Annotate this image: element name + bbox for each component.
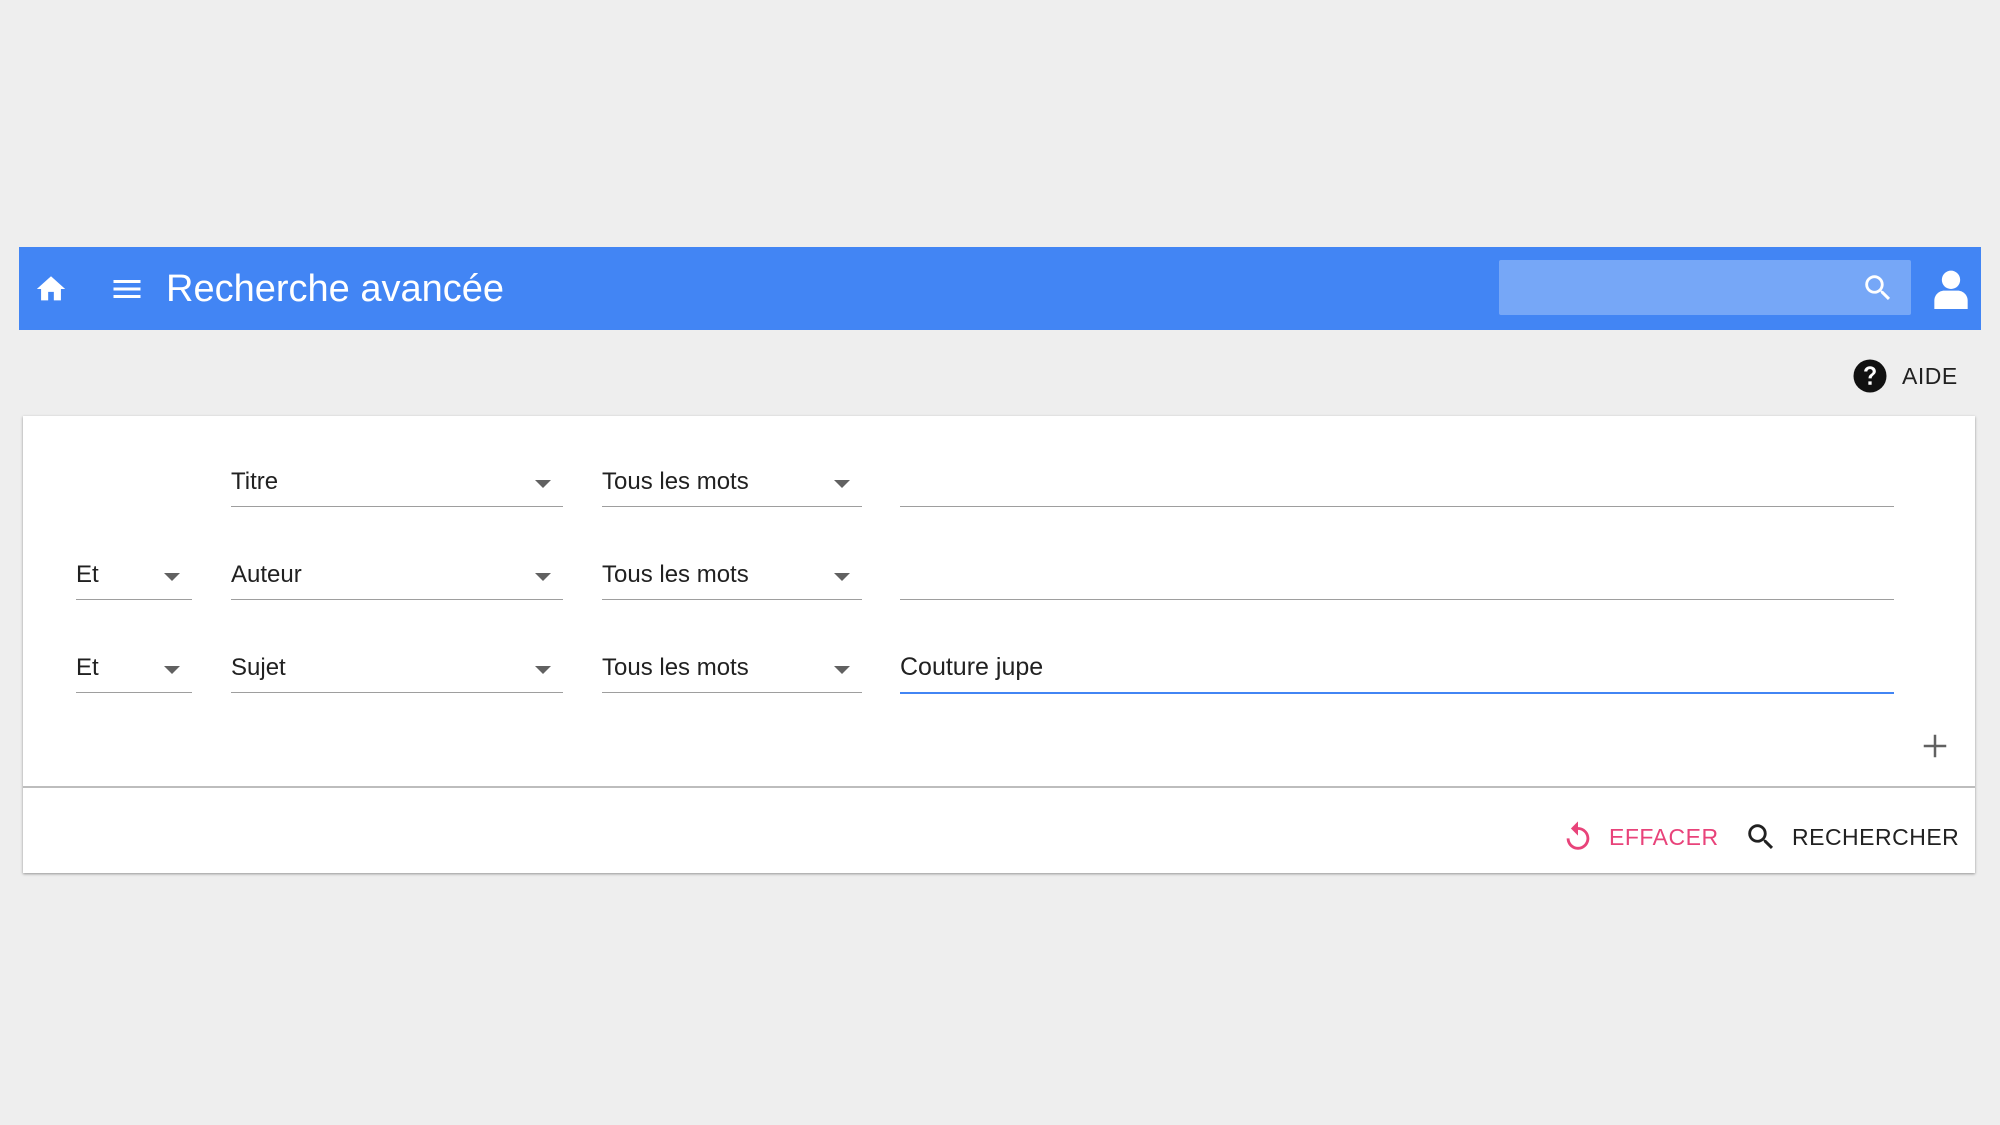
plus-icon xyxy=(1923,734,1947,758)
operator-value: Et xyxy=(76,654,99,681)
dropdown-arrow-icon xyxy=(164,573,180,581)
add-criteria-button[interactable] xyxy=(1915,726,1955,766)
search-submit-button[interactable]: RECHERCHER xyxy=(1744,814,1959,860)
menu-button[interactable] xyxy=(105,267,149,311)
criteria-row: Titre Tous les mots xyxy=(23,458,1975,518)
help-icon xyxy=(1853,359,1887,393)
field-select[interactable]: Sujet xyxy=(231,644,563,693)
search-icon xyxy=(1748,824,1774,850)
match-mode-select[interactable]: Tous les mots xyxy=(602,644,862,693)
search-button[interactable] xyxy=(1861,271,1895,305)
field-select-value: Titre xyxy=(231,468,279,495)
field-select-value: Sujet xyxy=(231,654,286,681)
operator-value: Et xyxy=(76,561,99,588)
home-icon xyxy=(36,276,66,301)
field-select[interactable]: Titre xyxy=(231,458,563,507)
field-select-value: Auteur xyxy=(231,561,302,588)
match-mode-select[interactable]: Tous les mots xyxy=(602,551,862,600)
dropdown-arrow-icon xyxy=(834,480,850,488)
match-mode-value: Tous les mots xyxy=(602,561,749,588)
criteria-row: Et Sujet Tous les mots xyxy=(23,644,1975,704)
dropdown-arrow-icon xyxy=(535,480,551,488)
divider xyxy=(23,786,1975,788)
match-mode-select[interactable]: Tous les mots xyxy=(602,458,862,507)
search-term-input[interactable] xyxy=(900,644,1894,690)
match-mode-value: Tous les mots xyxy=(602,468,749,495)
help-button[interactable]: AIDE xyxy=(1852,356,1958,396)
operator-select[interactable]: Et xyxy=(76,551,192,600)
clear-button[interactable]: EFFACER xyxy=(1561,814,1719,860)
menu-icon xyxy=(113,280,141,298)
search-term-field xyxy=(900,458,1894,507)
account-icon xyxy=(1934,270,1968,309)
account-button[interactable] xyxy=(1930,267,1972,311)
dropdown-arrow-icon xyxy=(834,573,850,581)
search-term-field xyxy=(900,644,1894,694)
app-bar: Recherche avancée xyxy=(19,247,1981,330)
match-mode-value: Tous les mots xyxy=(602,654,749,681)
search-term-field xyxy=(900,551,1894,600)
dropdown-arrow-icon xyxy=(535,666,551,674)
dropdown-arrow-icon xyxy=(535,573,551,581)
criteria-row: Et Auteur Tous les mots xyxy=(23,551,1975,611)
home-button[interactable] xyxy=(29,267,73,311)
dropdown-arrow-icon xyxy=(164,666,180,674)
help-label: AIDE xyxy=(1902,362,1958,389)
page-title: Recherche avancée xyxy=(166,268,504,310)
operator-select[interactable]: Et xyxy=(76,644,192,693)
search-icon xyxy=(1865,275,1891,301)
field-select[interactable]: Auteur xyxy=(231,551,563,600)
search-input[interactable] xyxy=(1513,260,1847,317)
advanced-search-card: Titre Tous les mots Et Auteur Tous les m… xyxy=(23,416,1975,873)
search-term-input[interactable] xyxy=(900,551,1894,597)
reset-icon xyxy=(1566,821,1590,850)
search-box xyxy=(1499,260,1911,317)
search-term-input[interactable] xyxy=(900,458,1894,504)
dropdown-arrow-icon xyxy=(834,666,850,674)
clear-label: EFFACER xyxy=(1609,823,1719,850)
search-submit-label: RECHERCHER xyxy=(1792,823,1960,850)
